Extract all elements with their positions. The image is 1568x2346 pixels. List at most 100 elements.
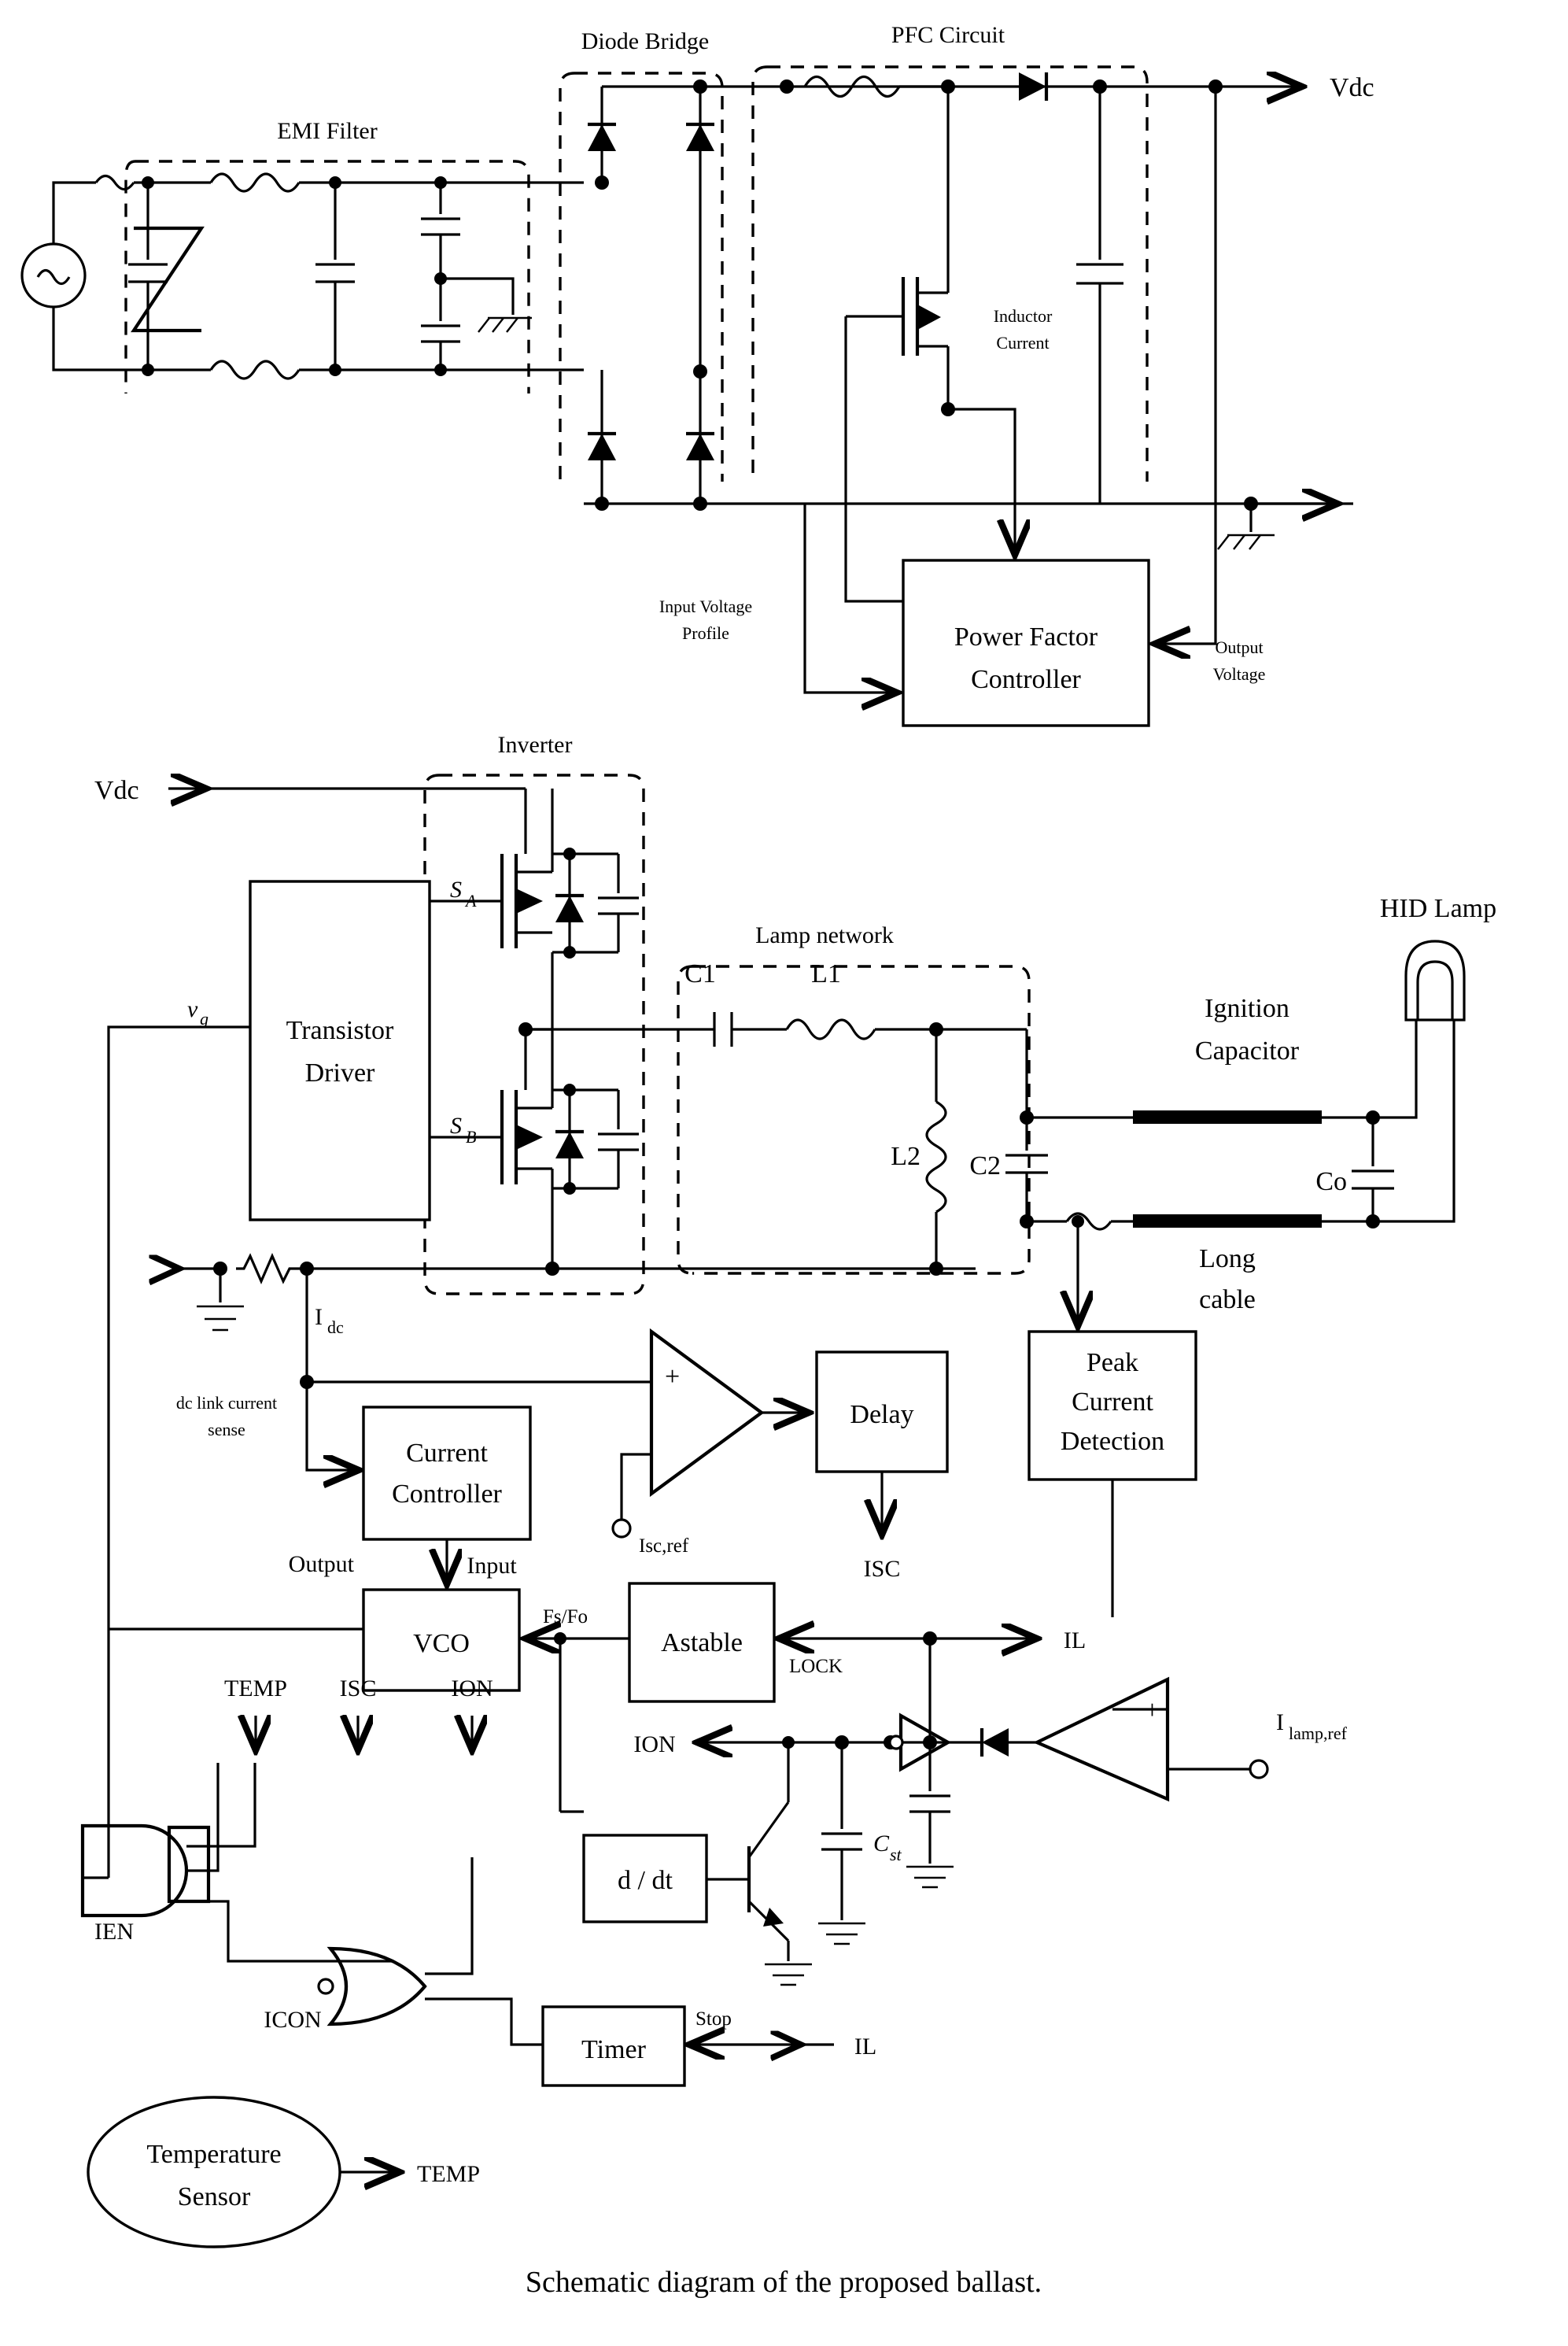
current-controller-label-line2: Controller xyxy=(392,1480,502,1509)
c2-label: C2 xyxy=(969,1151,1001,1180)
diode-d1-icon xyxy=(588,122,616,151)
emi-common-mode-choke-bottom xyxy=(148,360,584,380)
temperature-sensor-label-line2: Sensor xyxy=(178,2182,251,2211)
switch-sb-antiparallel-diode xyxy=(552,1084,618,1195)
switch-sb-snubber-capacitor xyxy=(598,1090,639,1188)
vg-label: v xyxy=(187,996,198,1022)
emi-capacitor-y-pair xyxy=(421,176,532,376)
pfc-circuit-label: PFC Circuit xyxy=(891,22,1005,48)
cst-subscript-label: st xyxy=(890,1845,902,1864)
il-right-label: IL xyxy=(1064,1627,1086,1653)
half-bridge-midpoint xyxy=(518,952,678,1090)
c1-label: C1 xyxy=(684,959,716,988)
discharge-bjt-transistor xyxy=(707,1742,812,1986)
impedance-z-symbol xyxy=(131,226,205,333)
cst-label: C xyxy=(873,1831,890,1856)
input-label: Input xyxy=(467,1553,517,1579)
l1-label: L1 xyxy=(811,959,841,988)
switch-sa-subscript-label: A xyxy=(464,891,477,911)
ion-gate-label: ION xyxy=(451,1675,493,1701)
dc-link-sense-label-line1: dc link current xyxy=(176,1393,277,1413)
ion-steering-diode-icon xyxy=(930,1728,1037,1757)
cst-capacitor xyxy=(818,1742,865,1945)
long-cable-label-line1: Long xyxy=(1199,1244,1256,1273)
switch-sa-label: S xyxy=(450,877,462,903)
fs-fo-wire xyxy=(526,1632,629,1813)
icon-label: ICON xyxy=(264,2007,321,2033)
inductor-current-label-line1: Inductor xyxy=(994,306,1053,326)
output-label: Output xyxy=(289,1551,355,1577)
current-controller-label-line1: Current xyxy=(406,1439,488,1468)
pfc-mosfet-switch xyxy=(844,87,1016,534)
input-voltage-profile-label-line2: Profile xyxy=(682,623,729,643)
isc-gate-label: ISC xyxy=(340,1675,377,1701)
temp-sensor-output-label: TEMP xyxy=(417,2161,480,2187)
inverter-return-rail xyxy=(300,1242,976,1276)
inductor-current-label-line2: Current xyxy=(996,333,1049,353)
delay-label: Delay xyxy=(850,1400,913,1429)
idc-label: I xyxy=(315,1304,323,1330)
power-factor-controller-label-line1: Power Factor xyxy=(954,623,1098,652)
switch-sa-antiparallel-diode xyxy=(552,848,618,959)
ilamp-ref-subscript-label: lamp,ref xyxy=(1289,1723,1348,1743)
il-timer-label: IL xyxy=(854,2034,876,2060)
switch-sa-snubber-capacitor xyxy=(598,854,639,952)
lamp-network-c2 xyxy=(936,1028,1048,1228)
vdc-input-label: Vdc xyxy=(94,776,139,805)
isc-comparator-opamp xyxy=(611,1328,809,1539)
long-cable-label-line2: cable xyxy=(1199,1285,1256,1314)
output-voltage-label-line1: Output xyxy=(1215,637,1263,657)
hid-lamp-symbol xyxy=(1373,940,1466,1223)
lamp-comparator-plus-label: + xyxy=(1145,1696,1160,1725)
vg-subscript-label: g xyxy=(200,1009,208,1029)
peak-current-detection-label-line2: Current xyxy=(1072,1387,1153,1417)
idc-subscript-label: dc xyxy=(327,1317,344,1337)
diode-bridge-label: Diode Bridge xyxy=(581,28,709,54)
l2-return-node xyxy=(929,1262,943,1276)
nor-gate-icon xyxy=(317,1857,543,2046)
bjt-collector-node xyxy=(782,1736,795,1749)
isc-ref-label: Isc,ref xyxy=(639,1535,689,1557)
temperature-sensor-ellipse[interactable] xyxy=(87,2096,341,2248)
and-gate-input-arrows xyxy=(256,1716,358,1750)
temp-gate-label: TEMP xyxy=(224,1675,287,1701)
figure-caption: Schematic diagram of the proposed ballas… xyxy=(526,2266,1042,2299)
ignition-capacitor-label-line1: Ignition xyxy=(1205,994,1289,1023)
peak-current-detection-label-line1: Peak xyxy=(1087,1348,1138,1377)
switch-sb-subscript-label: B xyxy=(466,1127,476,1147)
fs-fo-label: Fs/Fo xyxy=(543,1606,588,1627)
lamp-network-c1 xyxy=(678,1012,787,1047)
stop-label: Stop xyxy=(695,2008,732,2030)
lock-il-bus xyxy=(779,1631,1037,1742)
vdc-output-terminal xyxy=(1208,79,1302,504)
diode-d2-icon xyxy=(686,122,714,151)
switch-sa-mosfet xyxy=(430,789,554,948)
power-factor-controller-label-line2: Controller xyxy=(971,665,1081,694)
lamp-network-label: Lamp network xyxy=(755,922,894,948)
ion-mid-label: ION xyxy=(633,1731,675,1757)
vdc-input-rail xyxy=(168,789,527,854)
lock-label: LOCK xyxy=(789,1656,843,1677)
input-voltage-profile-label-line1: Input Voltage xyxy=(659,597,752,616)
transistor-driver-label-line2: Driver xyxy=(305,1058,375,1088)
switch-sb-mosfet xyxy=(430,1029,554,1242)
co-label: Co xyxy=(1315,1167,1347,1196)
emi-filter-label: EMI Filter xyxy=(277,118,378,144)
transistor-driver-block[interactable] xyxy=(249,880,431,1221)
vdc-output-label: Vdc xyxy=(1330,73,1374,102)
switch-sb-label: S xyxy=(450,1113,462,1139)
pfc-boost-diode-icon xyxy=(1019,72,1049,101)
ddt-label: d / dt xyxy=(618,1866,673,1895)
pfc-circuit-group xyxy=(751,65,1149,482)
isc-output-label: ISC xyxy=(864,1556,901,1582)
pfc-bulk-capacitor xyxy=(1076,79,1123,504)
dc-link-current-sense xyxy=(179,1253,307,1332)
ignition-capacitor-label-line2: Capacitor xyxy=(1195,1036,1300,1066)
diode-bridge-network xyxy=(584,79,1353,511)
astable-label: Astable xyxy=(661,1628,743,1657)
emi-capacitor-x2 xyxy=(315,176,355,376)
ilamp-ref-label: I xyxy=(1276,1709,1284,1735)
figure-canvas: EMI Filter Diode Bridge PFC Circuit Indu… xyxy=(0,0,1568,2346)
l2-label: L2 xyxy=(891,1142,921,1171)
current-controller-block[interactable] xyxy=(362,1406,532,1541)
